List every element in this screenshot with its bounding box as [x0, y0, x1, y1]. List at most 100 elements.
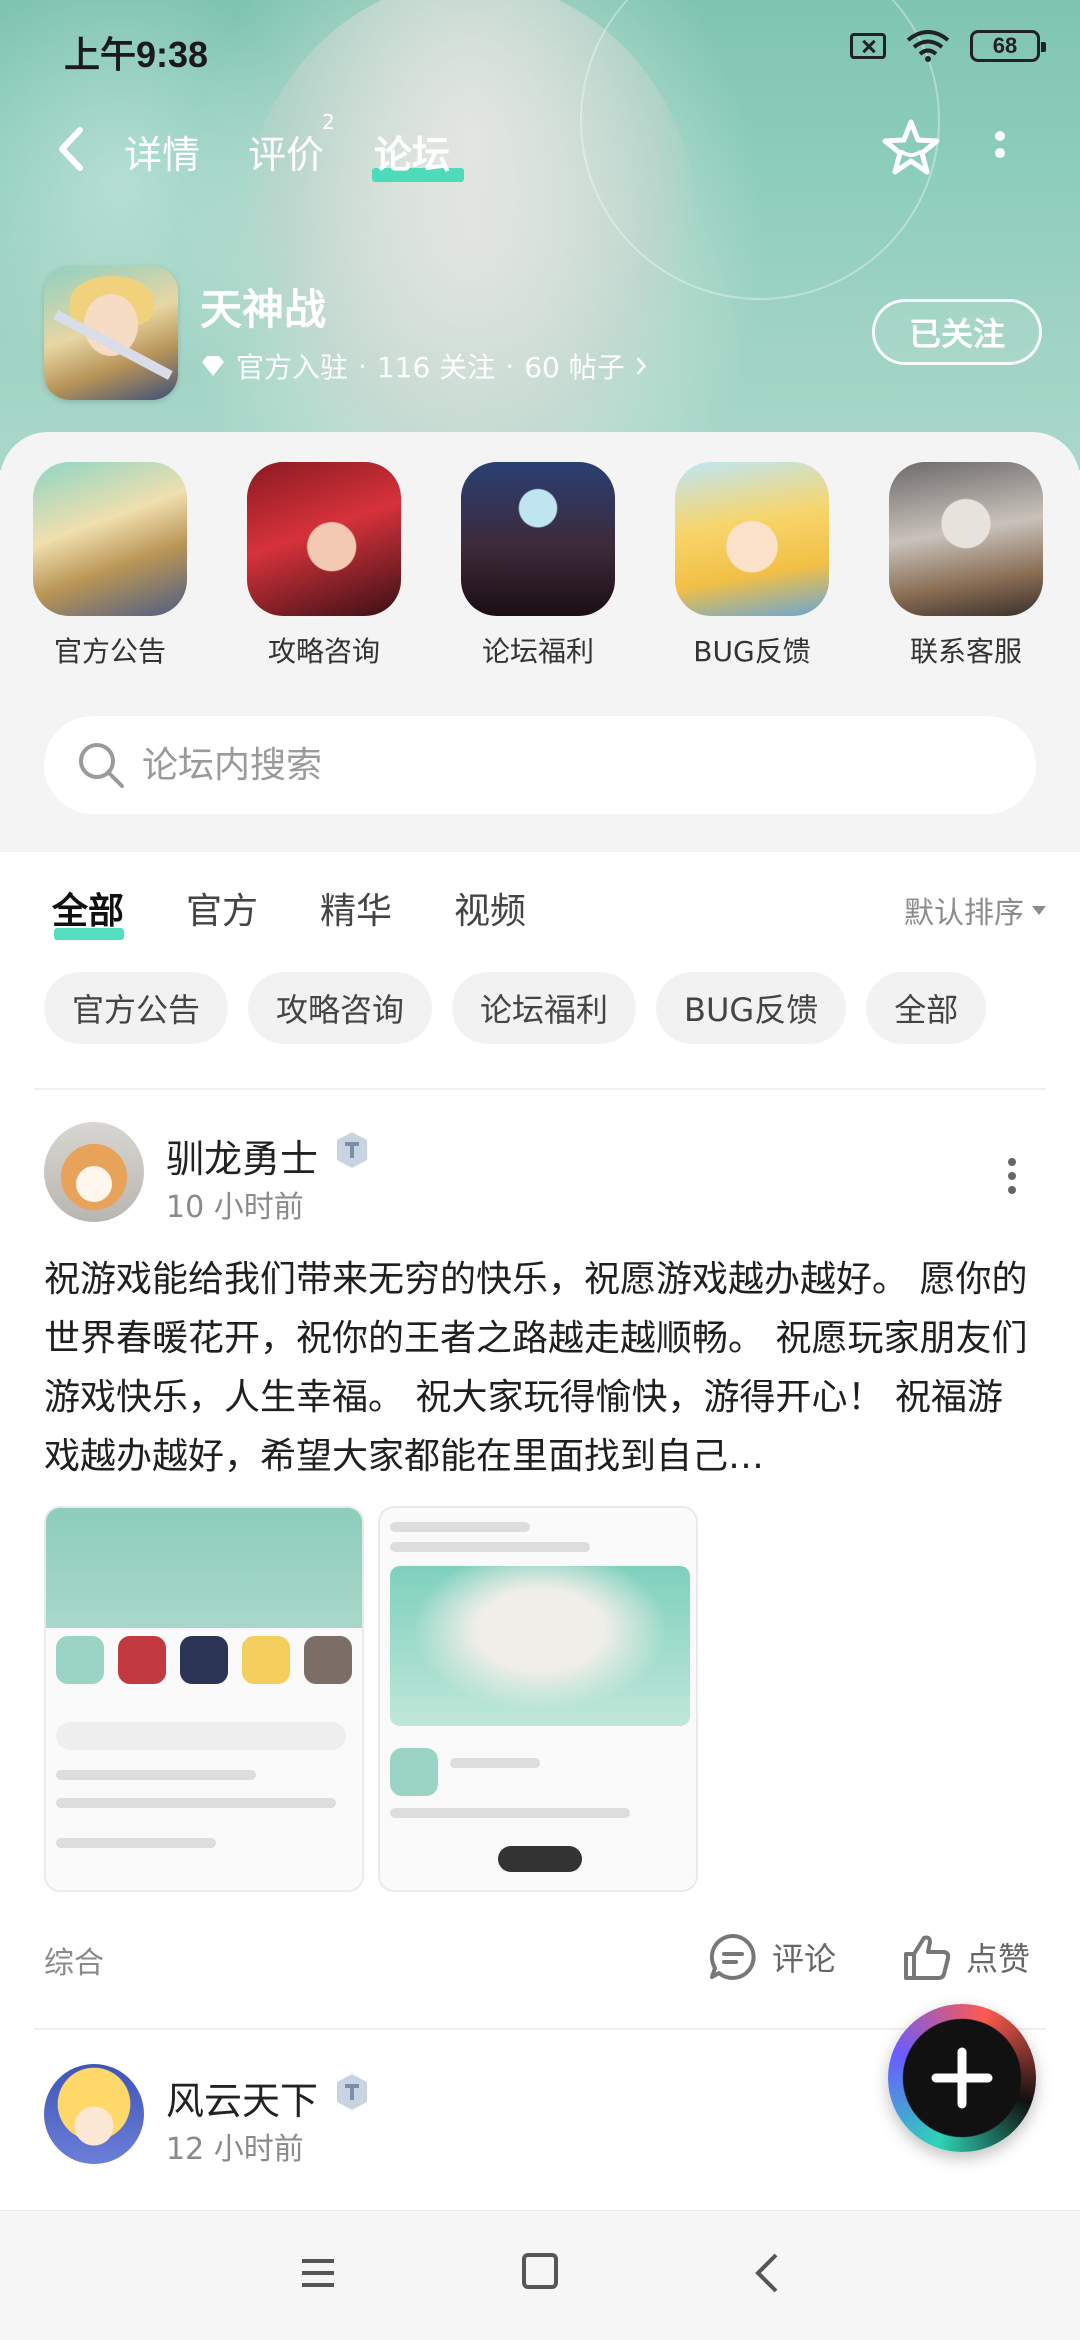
filter-tabs: 全部 官方 精华 视频 默认排序	[0, 852, 1080, 952]
post-image[interactable]	[44, 1506, 364, 1892]
shortcut-label: 官方公告	[53, 635, 166, 668]
status-bar: 上午9:38 68	[0, 0, 1080, 96]
battery-icon: 68	[970, 30, 1046, 62]
post-footer: 综合 评论 点赞	[0, 1930, 1080, 1986]
official-label: 官方入驻	[236, 351, 349, 384]
reviews-count-badge: 2	[322, 110, 335, 134]
game-logo[interactable]	[44, 266, 178, 400]
image-content	[46, 1508, 362, 1628]
home-icon[interactable]	[522, 2253, 558, 2289]
comment-label: 评论	[772, 1940, 837, 1978]
tab-forum[interactable]: 论坛	[374, 124, 450, 179]
status-icons: 68	[850, 30, 1046, 62]
shortcut-strategy[interactable]: 攻略咨询	[244, 462, 404, 670]
post-category: 综合	[44, 1946, 104, 1981]
post-time: 12 小时前	[166, 2132, 304, 2167]
followers-count[interactable]: 116 关注	[377, 346, 495, 386]
forum-search-bar[interactable]	[44, 716, 1036, 814]
favorite-star-icon[interactable]	[878, 116, 944, 182]
shortcut-bug-report[interactable]: BUG反馈	[672, 462, 832, 670]
meta-dot: ·	[358, 349, 367, 383]
post-username[interactable]: 风云天下	[166, 2070, 318, 2125]
chevron-right-icon[interactable]	[635, 355, 647, 377]
image-content	[56, 1636, 104, 1684]
image-content	[498, 1846, 582, 1872]
chip-benefits[interactable]: 论坛福利	[452, 972, 637, 1044]
post-username[interactable]: 驯龙勇士	[166, 1128, 318, 1183]
chip-bug-report[interactable]: BUG反馈	[656, 972, 847, 1044]
shortcut-customer-service[interactable]: 联系客服	[886, 462, 1046, 670]
divider	[34, 1088, 1046, 1090]
top-nav: 详情 评价 2 论坛	[0, 110, 1080, 190]
post-time: 10 小时前	[166, 1190, 304, 1225]
user-level-badge-icon	[337, 2074, 367, 2110]
image-content	[242, 1636, 290, 1684]
sort-dropdown[interactable]: 默认排序	[904, 888, 1046, 932]
shortcut-benefits[interactable]: 论坛福利	[458, 462, 618, 670]
shortcut-row: 官方公告 攻略咨询 论坛福利 BUG反馈 联系客服	[0, 462, 1080, 672]
shortcut-label: 联系客服	[909, 635, 1022, 668]
create-post-button[interactable]	[888, 2004, 1036, 2152]
shortcut-thumbnail	[33, 462, 187, 616]
shortcut-official-announcement[interactable]: 官方公告	[30, 462, 190, 670]
game-title: 天神战	[200, 285, 327, 334]
image-content	[390, 1808, 630, 1818]
image-content	[180, 1636, 228, 1684]
system-back-icon[interactable]	[752, 2251, 782, 2295]
tab-reviews[interactable]: 评价	[248, 124, 324, 179]
chip-official-announcement[interactable]: 官方公告	[44, 972, 229, 1044]
image-content	[56, 1798, 336, 1808]
tab-details[interactable]: 详情	[124, 124, 200, 179]
image-content	[56, 1722, 346, 1750]
image-content	[390, 1748, 438, 1796]
avatar[interactable]	[44, 2064, 144, 2164]
post-body[interactable]: 祝游戏能给我们带来无穷的快乐，祝愿游戏越办越好。 愿你的世界春暖花开，祝你的王者…	[44, 1250, 1034, 1486]
shortcut-thumbnail	[675, 462, 829, 616]
filter-tab-all[interactable]: 全部	[52, 882, 124, 934]
image-content	[390, 1542, 590, 1552]
followed-button[interactable]: 已关注	[872, 299, 1042, 365]
shortcut-thumbnail	[889, 462, 1043, 616]
filter-tab-featured[interactable]: 精华	[320, 882, 392, 934]
status-time: 上午9:38	[64, 34, 209, 75]
plus-icon	[931, 2047, 993, 2109]
post-image[interactable]	[378, 1506, 698, 1892]
user-level-badge-icon	[337, 1132, 367, 1168]
image-content	[56, 1770, 256, 1780]
no-sim-icon	[850, 33, 886, 59]
image-content	[390, 1566, 690, 1726]
comment-button[interactable]: 评论	[706, 1930, 836, 1984]
image-content	[56, 1838, 216, 1848]
avatar[interactable]	[44, 1122, 144, 1222]
game-meta: 官方入驻 · 116 关注 · 60 帖子	[200, 346, 647, 386]
image-content	[390, 1522, 530, 1532]
more-menu-icon[interactable]	[988, 128, 1012, 178]
search-icon	[79, 743, 124, 788]
comment-icon	[709, 1933, 756, 1980]
recent-apps-icon[interactable]	[300, 2255, 336, 2291]
post-more-icon[interactable]	[1004, 1154, 1020, 1198]
shortcut-label: 论坛福利	[481, 635, 594, 668]
like-button[interactable]: 点赞	[900, 1930, 1030, 1984]
shortcut-label: BUG反馈	[693, 635, 811, 668]
chip-strategy[interactable]: 攻略咨询	[248, 972, 433, 1044]
filter-tab-video[interactable]: 视频	[454, 882, 526, 934]
filter-tab-official[interactable]: 官方	[186, 882, 258, 934]
system-nav-bar	[0, 2210, 1080, 2340]
wifi-icon	[906, 30, 950, 62]
caret-down-icon	[1032, 905, 1046, 915]
posts-count[interactable]: 60 帖子	[524, 346, 625, 386]
thumbs-up-icon	[904, 1935, 951, 1980]
shortcut-thumbnail	[461, 462, 615, 616]
divider	[34, 2028, 1046, 2030]
category-chips: 官方公告 攻略咨询 论坛福利 BUG反馈 全部	[44, 972, 987, 1044]
search-input[interactable]	[142, 716, 1002, 814]
image-content	[118, 1636, 166, 1684]
sort-label: 默认排序	[904, 896, 1024, 931]
image-content	[450, 1758, 540, 1768]
meta-dot: ·	[505, 349, 515, 383]
back-arrow-icon[interactable]	[52, 124, 92, 174]
chip-all[interactable]: 全部	[866, 972, 987, 1044]
like-label: 点赞	[966, 1940, 1031, 1978]
official-diamond-icon	[202, 356, 224, 376]
